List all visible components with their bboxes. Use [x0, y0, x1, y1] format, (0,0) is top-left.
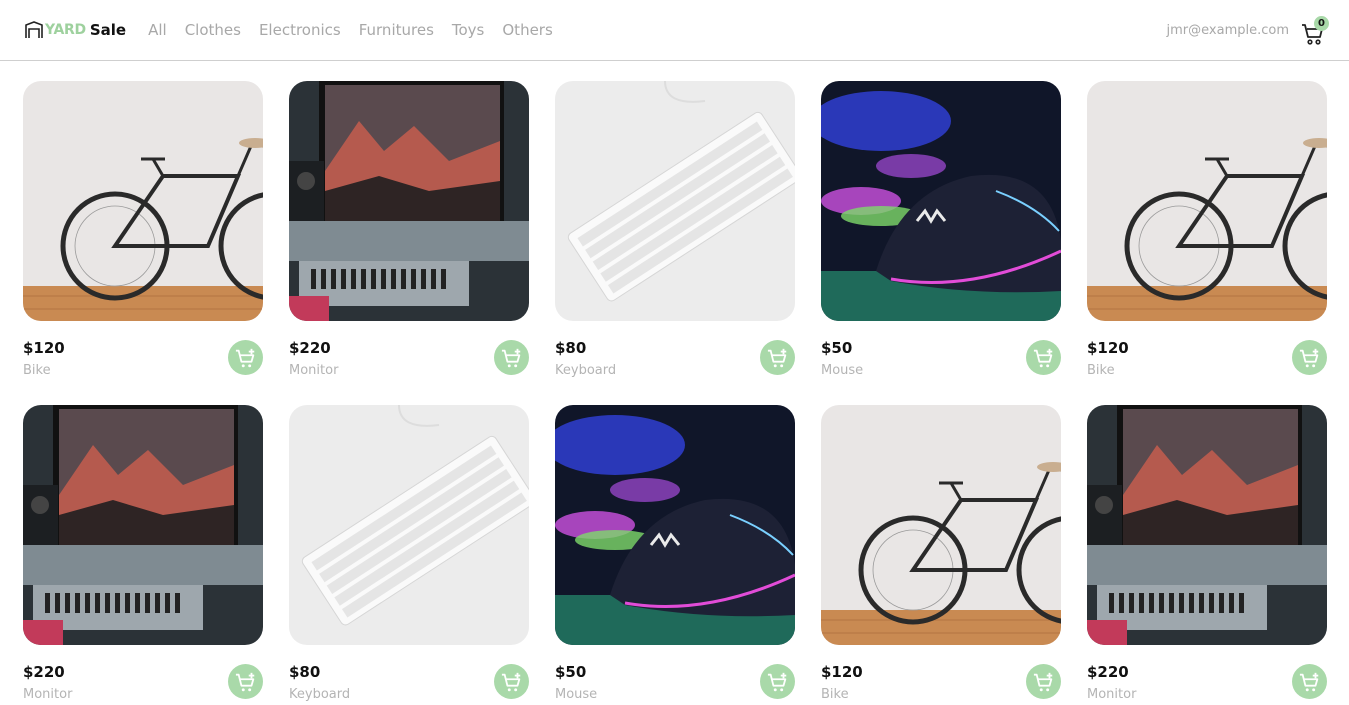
brand-logo[interactable]: YARD Sale — [24, 20, 126, 40]
product-image[interactable] — [1087, 405, 1327, 645]
monitor-photo — [1087, 405, 1327, 645]
add-to-cart-button[interactable] — [760, 664, 795, 699]
product-card[interactable]: $80 Keyboard — [289, 405, 529, 705]
add-to-cart-icon — [1033, 348, 1052, 367]
product-card[interactable]: $220 Monitor — [289, 81, 529, 381]
product-image[interactable] — [289, 81, 529, 321]
product-info: $80 Keyboard — [555, 321, 795, 381]
keyboard-photo — [289, 405, 529, 645]
product-info: $120 Bike — [23, 321, 263, 381]
product-name: Mouse — [821, 363, 864, 378]
add-to-cart-button[interactable] — [494, 340, 529, 375]
shop-icon — [25, 21, 43, 38]
product-image[interactable] — [23, 405, 263, 645]
product-price: $120 — [821, 663, 863, 681]
product-name: Bike — [1087, 363, 1115, 378]
product-name: Mouse — [555, 687, 598, 702]
product-name: Bike — [23, 363, 51, 378]
product-info: $220 Monitor — [23, 645, 263, 705]
brand-sale: Sale — [89, 21, 127, 39]
product-price: $120 — [1087, 339, 1129, 357]
cart-button[interactable]: 0 — [1301, 16, 1329, 45]
product-card[interactable]: $120 Bike — [1087, 81, 1327, 381]
product-name: Monitor — [1087, 687, 1137, 702]
add-to-cart-icon — [235, 672, 254, 691]
product-price: $120 — [23, 339, 65, 357]
product-price: $80 — [555, 339, 587, 357]
product-image[interactable] — [555, 81, 795, 321]
product-image[interactable] — [1087, 81, 1327, 321]
keyboard-photo — [555, 81, 795, 321]
product-price: $80 — [289, 663, 321, 681]
monitor-photo — [23, 405, 263, 645]
product-card[interactable]: $120 Bike — [821, 405, 1061, 705]
product-card[interactable]: $50 Mouse — [821, 81, 1061, 381]
add-to-cart-button[interactable] — [494, 664, 529, 699]
brand-yard: YARD — [45, 22, 86, 38]
product-image[interactable] — [821, 405, 1061, 645]
add-to-cart-icon — [235, 348, 254, 367]
product-image[interactable] — [289, 405, 529, 645]
product-price: $50 — [555, 663, 587, 681]
bike-photo — [821, 405, 1061, 645]
add-to-cart-button[interactable] — [760, 340, 795, 375]
product-image[interactable] — [821, 81, 1061, 321]
nav-link-toys[interactable]: Toys — [452, 21, 484, 39]
add-to-cart-icon — [1299, 348, 1318, 367]
product-name: Keyboard — [289, 687, 351, 702]
product-price: $220 — [23, 663, 65, 681]
bike-photo — [23, 81, 263, 321]
add-to-cart-button[interactable] — [228, 340, 263, 375]
mouse-photo — [821, 81, 1061, 321]
add-to-cart-button[interactable] — [1292, 664, 1327, 699]
product-info: $120 Bike — [1087, 321, 1327, 381]
nav-link-furnitures[interactable]: Furnitures — [359, 21, 434, 39]
user-email[interactable]: jmr@example.com — [1167, 23, 1289, 38]
add-to-cart-button[interactable] — [1026, 340, 1061, 375]
top-navbar: YARD Sale All Clothes Electronics Furnit… — [0, 0, 1349, 61]
product-card[interactable]: $50 Mouse — [555, 405, 795, 705]
add-to-cart-icon — [767, 672, 786, 691]
nav-link-clothes[interactable]: Clothes — [185, 21, 241, 39]
add-to-cart-icon — [1033, 672, 1052, 691]
add-to-cart-icon — [501, 348, 520, 367]
product-name: Monitor — [289, 363, 339, 378]
product-info: $120 Bike — [821, 645, 1061, 705]
nav-link-all[interactable]: All — [148, 21, 167, 39]
mouse-photo — [555, 405, 795, 645]
nav-link-others[interactable]: Others — [502, 21, 552, 39]
product-image[interactable] — [555, 405, 795, 645]
bike-photo — [1087, 81, 1327, 321]
add-to-cart-button[interactable] — [1026, 664, 1061, 699]
product-image[interactable] — [23, 81, 263, 321]
add-to-cart-icon — [767, 348, 786, 367]
product-name: Monitor — [23, 687, 73, 702]
nav-left: YARD Sale All Clothes Electronics Furnit… — [24, 16, 571, 44]
monitor-photo — [289, 81, 529, 321]
product-card[interactable]: $220 Monitor — [1087, 405, 1327, 705]
add-to-cart-button[interactable] — [228, 664, 263, 699]
product-price: $220 — [289, 339, 331, 357]
product-info: $50 Mouse — [821, 321, 1061, 381]
product-price: $220 — [1087, 663, 1129, 681]
nav-link-electronics[interactable]: Electronics — [259, 21, 341, 39]
product-price: $50 — [821, 339, 853, 357]
product-info: $220 Monitor — [1087, 645, 1327, 705]
product-info: $80 Keyboard — [289, 645, 529, 705]
product-info: $220 Monitor — [289, 321, 529, 381]
product-name: Bike — [821, 687, 849, 702]
product-info: $50 Mouse — [555, 645, 795, 705]
product-card[interactable]: $220 Monitor — [23, 405, 263, 705]
product-card[interactable]: $80 Keyboard — [555, 81, 795, 381]
add-to-cart-icon — [501, 672, 520, 691]
product-card[interactable]: $120 Bike — [23, 81, 263, 381]
product-name: Keyboard — [555, 363, 617, 378]
nav-right: jmr@example.com 0 — [1167, 10, 1329, 50]
add-to-cart-icon — [1299, 672, 1318, 691]
add-to-cart-button[interactable] — [1292, 340, 1327, 375]
cart-count-badge: 0 — [1314, 16, 1329, 31]
